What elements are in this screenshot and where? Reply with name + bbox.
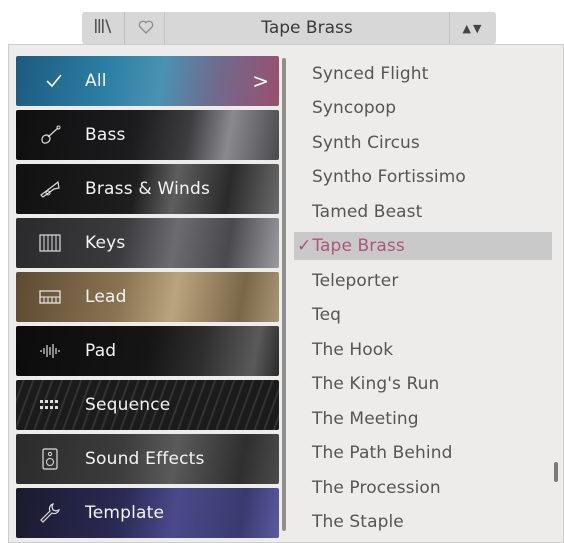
library-button[interactable] xyxy=(82,12,125,44)
category-label: Pad xyxy=(85,341,117,361)
speaker-icon xyxy=(38,448,62,470)
category-template[interactable]: Template xyxy=(16,488,279,538)
category-lead[interactable]: Lead xyxy=(16,272,279,322)
category-label: Template xyxy=(85,503,165,523)
preset-label: Tape Brass xyxy=(312,236,405,256)
category-pad[interactable]: Pad xyxy=(16,326,279,376)
category-label: Sequence xyxy=(85,395,171,415)
preset-item[interactable]: The King's Run xyxy=(294,370,552,398)
preset-item[interactable]: The Meeting xyxy=(294,405,552,433)
preset-item-selected[interactable]: ✓Tape Brass xyxy=(294,232,552,260)
category-sound-effects[interactable]: Sound Effects xyxy=(16,434,279,484)
piano-keys-icon xyxy=(38,233,62,253)
category-scrollbar[interactable] xyxy=(282,58,286,531)
category-bass[interactable]: Bass xyxy=(16,110,279,160)
preset-name[interactable]: Tape Brass xyxy=(164,12,450,44)
preset-item[interactable]: The Path Behind xyxy=(294,439,552,467)
preset-item[interactable]: The Procession xyxy=(294,474,552,502)
bass-guitar-icon xyxy=(38,125,62,145)
preset-item[interactable]: Teleporter xyxy=(294,267,552,295)
preset-scrollbar-thumb[interactable] xyxy=(554,462,558,482)
favorite-button[interactable] xyxy=(128,12,165,44)
checkmark-icon: ✓ xyxy=(297,236,312,256)
category-keys[interactable]: Keys xyxy=(16,218,279,268)
category-label: Keys xyxy=(85,233,126,253)
category-label: Sound Effects xyxy=(85,449,205,469)
category-label: Lead xyxy=(85,287,127,307)
preset-bar: Tape Brass ▲▼ xyxy=(82,12,496,44)
preset-item[interactable]: The Staple xyxy=(294,508,552,536)
step-grid-icon xyxy=(38,395,62,415)
preset-item[interactable]: The Hook xyxy=(294,336,552,364)
category-label: Bass xyxy=(85,125,126,145)
preset-item[interactable]: Teq xyxy=(294,301,552,329)
preset-item[interactable]: Synth Circus xyxy=(294,129,552,157)
chevron-right-icon: > xyxy=(252,69,269,93)
preset-item[interactable]: Syncopop xyxy=(294,94,552,122)
preset-item[interactable]: Tamed Beast xyxy=(294,198,552,226)
heart-icon xyxy=(138,19,154,38)
waveform-icon xyxy=(38,341,62,361)
trumpet-icon xyxy=(38,179,62,199)
synth-keyboard-icon xyxy=(38,287,62,307)
category-sequence[interactable]: Sequence xyxy=(16,380,279,430)
preset-item[interactable]: Synced Flight xyxy=(294,60,552,88)
checkmark-icon xyxy=(42,71,66,91)
category-label: All xyxy=(85,71,107,91)
category-brass-winds[interactable]: Brass & Winds xyxy=(16,164,279,214)
wrench-icon xyxy=(38,503,62,523)
category-label: Brass & Winds xyxy=(85,179,211,199)
library-icon xyxy=(94,18,112,38)
category-all[interactable]: All > xyxy=(16,56,279,106)
preset-nav-arrows[interactable]: ▲▼ xyxy=(449,12,496,44)
preset-item[interactable]: Syntho Fortissimo xyxy=(294,163,552,191)
